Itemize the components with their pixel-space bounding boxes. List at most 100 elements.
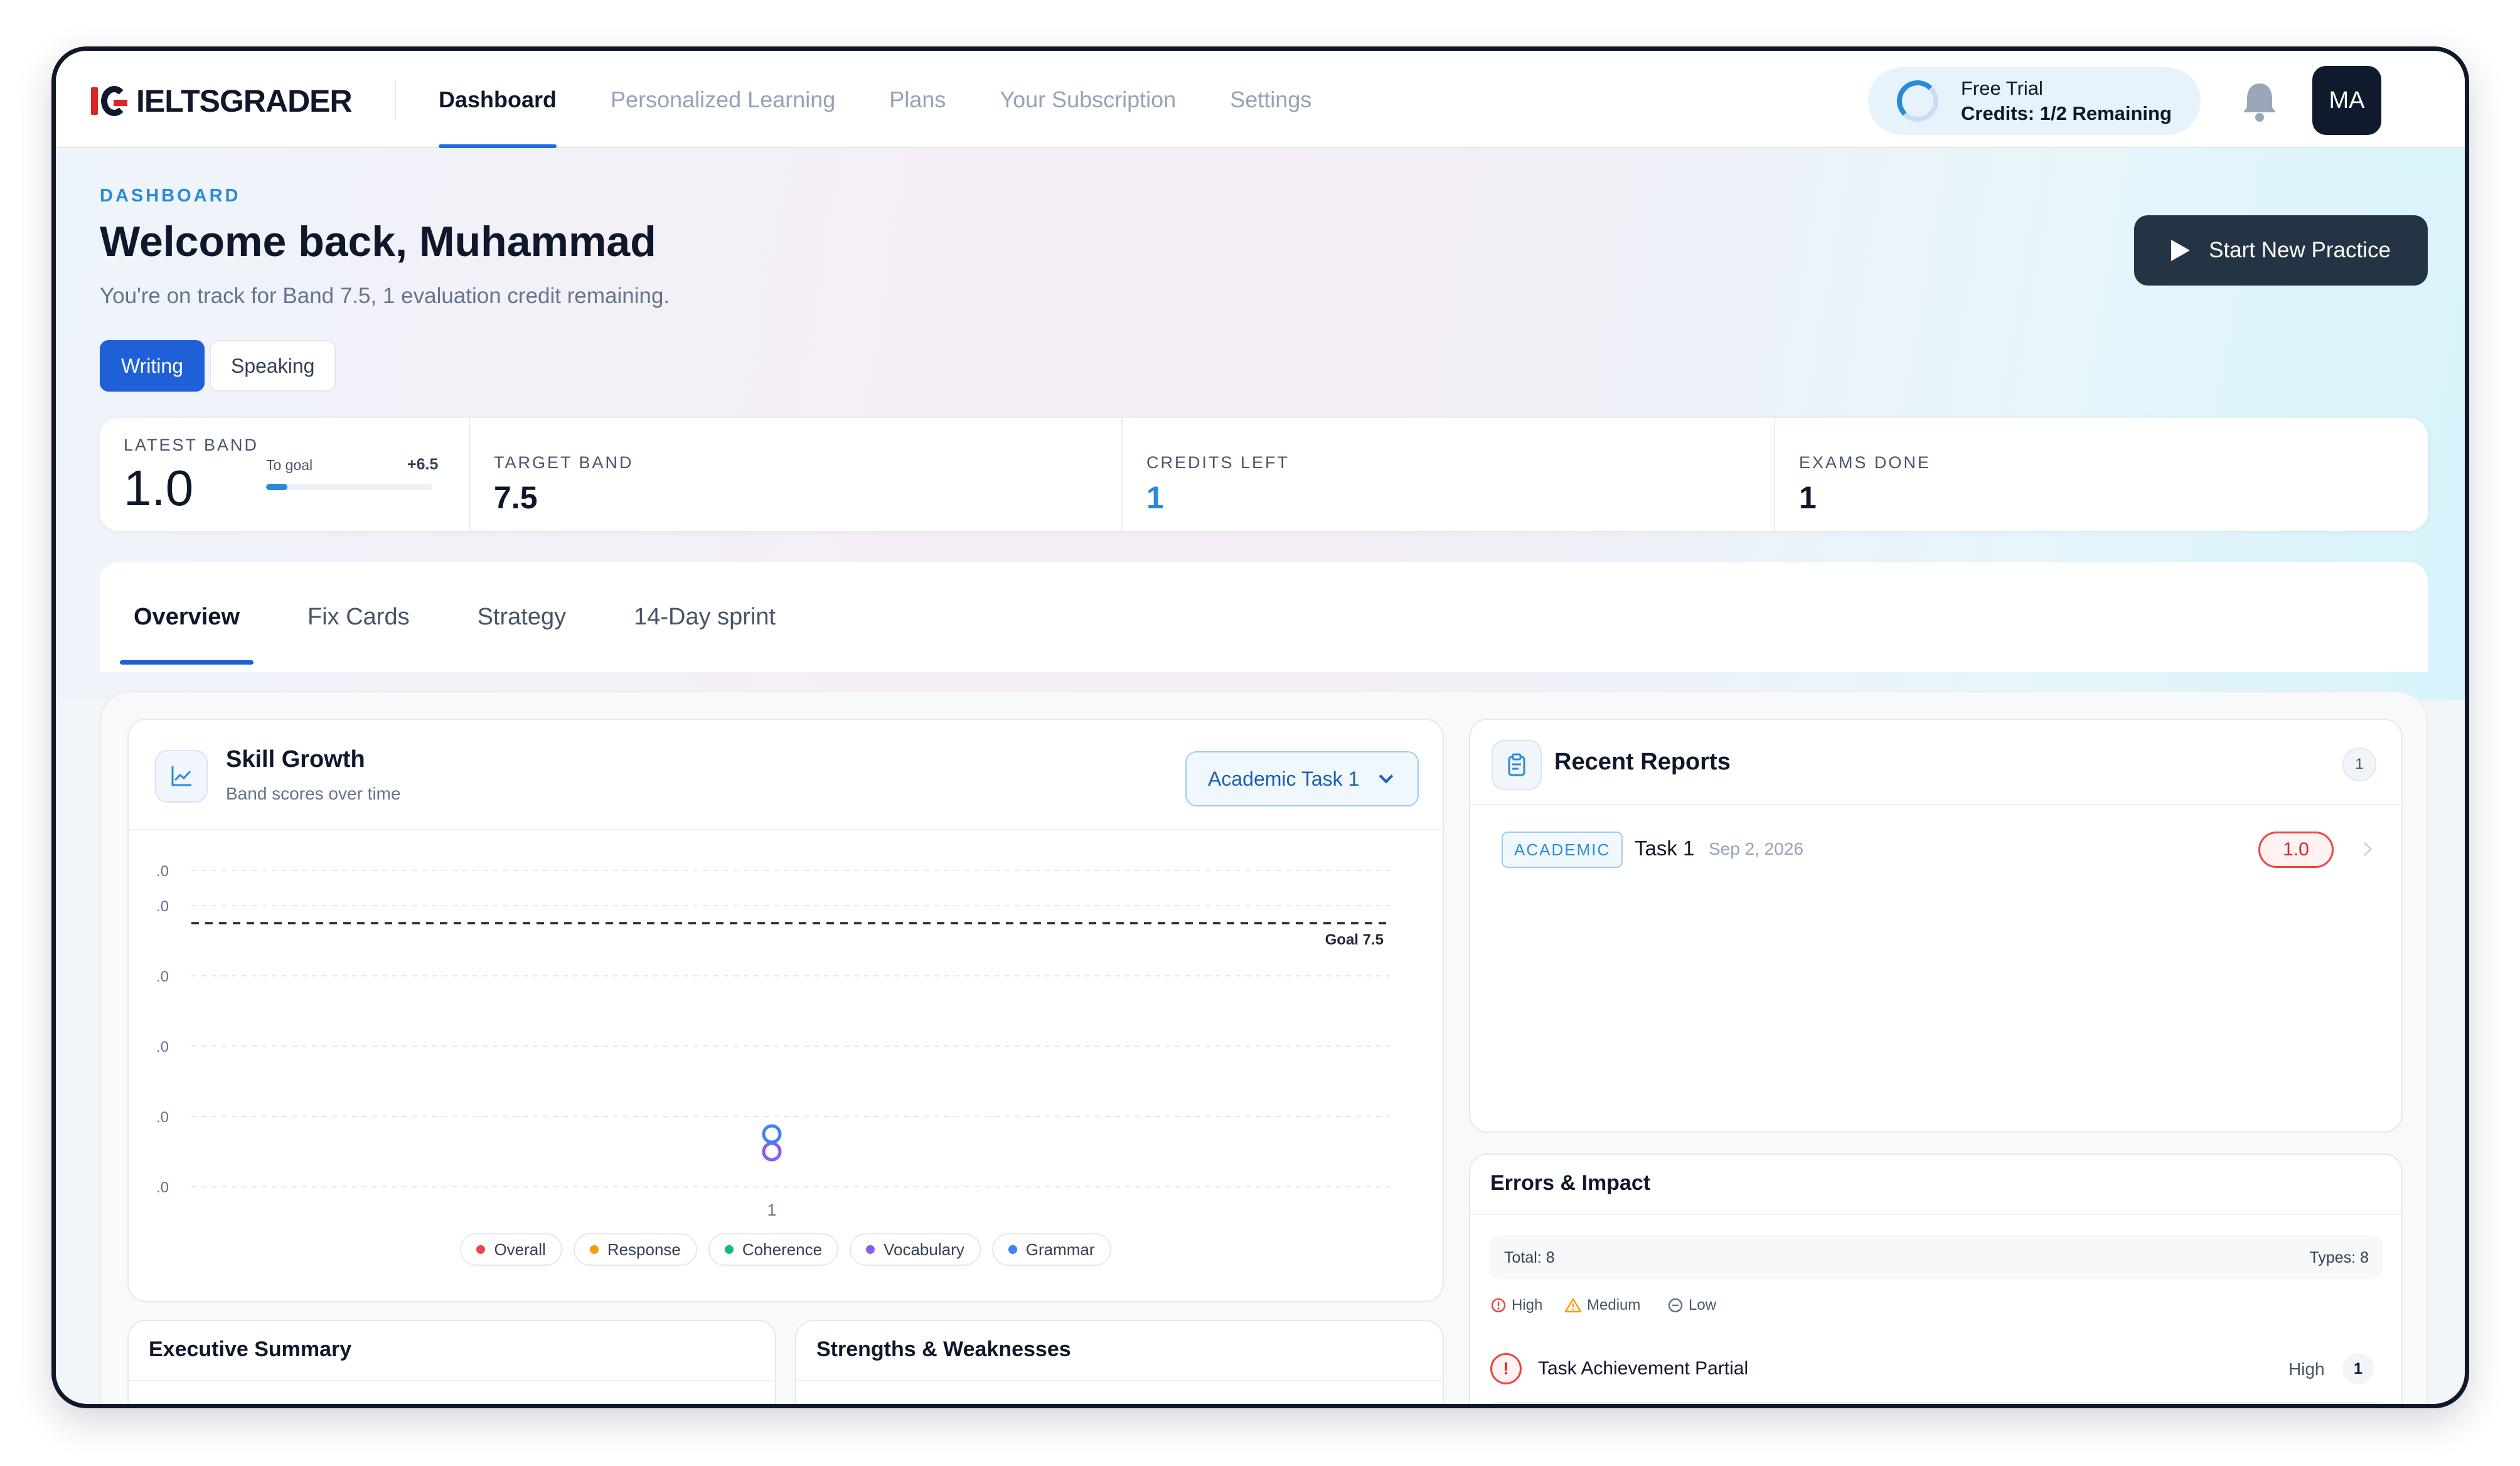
stat-exams-done: EXAMS DONE 1 bbox=[1775, 418, 2428, 531]
alert-circle-icon: ! bbox=[1490, 1353, 1522, 1384]
dashboard-tabs: Overview Fix Cards Strategy 14-Day sprin… bbox=[100, 562, 2428, 672]
speaking-toggle-button[interactable]: Speaking bbox=[209, 340, 336, 392]
legend-label: Vocabulary bbox=[884, 1239, 964, 1259]
tab-fix-cards[interactable]: Fix Cards bbox=[307, 562, 410, 672]
tab-14-day-sprint[interactable]: 14-Day sprint bbox=[634, 562, 776, 672]
minus-circle-icon bbox=[1668, 1298, 1683, 1313]
legend-item-grammar[interactable]: Grammar bbox=[991, 1233, 1111, 1266]
tab-overview[interactable]: Overview bbox=[120, 562, 254, 672]
stat-latest-band-value: 1.0 bbox=[124, 460, 194, 516]
severity-medium-legend: Medium bbox=[1564, 1297, 1640, 1314]
y-tick-label: .0 bbox=[156, 1109, 169, 1126]
legend-item-response[interactable]: Response bbox=[573, 1233, 697, 1266]
legend-label: Overall bbox=[494, 1239, 546, 1259]
nav-dashboard[interactable]: Dashboard bbox=[439, 51, 557, 148]
legend-item-coherence[interactable]: Coherence bbox=[708, 1233, 839, 1266]
strengths-weaknesses-title: Strengths & Weaknesses bbox=[816, 1337, 1071, 1361]
error-severity: High bbox=[2288, 1359, 2325, 1379]
row-divider bbox=[1490, 1402, 2383, 1403]
tab-strategy[interactable]: Strategy bbox=[478, 562, 567, 672]
top-navigation-bar: IELTSGRADER Dashboard Personalized Learn… bbox=[56, 51, 2465, 148]
overview-panel: Skill Growth Band scores over time Acade… bbox=[100, 691, 2428, 1404]
recent-reports-card: Recent Reports 1 ACADEMIC Task 1 Sep 2, … bbox=[1469, 719, 2403, 1133]
to-goal-progress-fill bbox=[266, 484, 288, 490]
severity-low-legend: Low bbox=[1667, 1297, 1716, 1314]
logo-text: IELTSGRADER bbox=[136, 83, 353, 119]
stat-credits-left-label: CREDITS LEFT bbox=[1146, 453, 1290, 472]
stat-credits-left-value: 1 bbox=[1146, 480, 1164, 515]
y-tick-label: .0 bbox=[156, 968, 169, 985]
card-divider bbox=[796, 1380, 1443, 1381]
stat-exams-done-value: 1 bbox=[1799, 480, 1817, 515]
credits-progress-ring-icon bbox=[1897, 80, 1938, 122]
user-avatar[interactable]: MA bbox=[2312, 66, 2381, 135]
nav-personalized-learning[interactable]: Personalized Learning bbox=[611, 51, 835, 148]
report-type-chip: ACADEMIC bbox=[1502, 832, 1623, 868]
recent-reports-title: Recent Reports bbox=[1554, 749, 1731, 775]
warning-triangle-icon bbox=[1564, 1298, 1582, 1313]
errors-total: Total: 8 bbox=[1504, 1249, 1555, 1266]
executive-summary-card: Executive Summary bbox=[127, 1320, 776, 1404]
report-score-badge: 1.0 bbox=[2258, 832, 2334, 868]
mode-toggle: Writing Speaking bbox=[100, 340, 341, 392]
nav-plans[interactable]: Plans bbox=[889, 51, 946, 148]
severity-medium-label: Medium bbox=[1587, 1297, 1641, 1314]
nav-settings[interactable]: Settings bbox=[1230, 51, 1311, 148]
to-goal-delta: +6.5 bbox=[407, 456, 439, 473]
logo[interactable]: IELTSGRADER bbox=[91, 82, 353, 120]
page-subtitle: You're on track for Band 7.5, 1 evaluati… bbox=[100, 284, 670, 308]
errors-impact-card: Errors & Impact Total: 8 Types: 8 High M… bbox=[1469, 1153, 2403, 1404]
strengths-weaknesses-card: Strengths & Weaknesses bbox=[795, 1320, 1444, 1404]
legend-label: Response bbox=[607, 1239, 681, 1259]
legend-dot bbox=[1008, 1245, 1017, 1254]
y-tick-label: .0 bbox=[156, 1179, 169, 1196]
recent-reports-count: 1 bbox=[2342, 747, 2376, 781]
card-divider bbox=[1470, 804, 2401, 805]
clipboard-icon bbox=[1492, 740, 1542, 790]
y-tick-label: .0 bbox=[156, 1039, 169, 1056]
skill-growth-card: Skill Growth Band scores over time Acade… bbox=[127, 719, 1444, 1302]
legend-label: Grammar bbox=[1025, 1239, 1095, 1259]
card-divider bbox=[1470, 1214, 2401, 1215]
stat-target-band-label: TARGET BAND bbox=[494, 453, 634, 472]
legend-dot bbox=[866, 1245, 875, 1254]
severity-high-legend: High bbox=[1490, 1297, 1542, 1314]
stat-latest-band: LATEST BAND 1.0 To goal +6.5 bbox=[100, 418, 470, 531]
stat-target-band-value: 7.5 bbox=[494, 480, 538, 515]
report-date: Sep 2, 2026 bbox=[1709, 839, 1804, 859]
free-trial-credits-badge[interactable]: Free Trial Credits: 1/2 Remaining bbox=[1868, 67, 2201, 135]
start-new-practice-button[interactable]: Start New Practice bbox=[2134, 215, 2428, 286]
report-task: Task 1 bbox=[1635, 837, 1695, 860]
x-tick-label: 1 bbox=[767, 1201, 776, 1219]
trial-label: Free Trial bbox=[1961, 77, 2043, 99]
logo-divider bbox=[395, 80, 396, 120]
stat-latest-band-label: LATEST BAND bbox=[124, 436, 259, 454]
writing-toggle-button[interactable]: Writing bbox=[100, 340, 205, 392]
legend-dot bbox=[589, 1245, 599, 1254]
to-goal-label: To goal bbox=[266, 457, 313, 473]
legend-dot bbox=[476, 1245, 486, 1254]
nav-your-subscription[interactable]: Your Subscription bbox=[1000, 51, 1176, 148]
error-count: 1 bbox=[2342, 1353, 2374, 1384]
errors-types: Types: 8 bbox=[2309, 1249, 2369, 1266]
data-point-vocabulary bbox=[762, 1142, 782, 1162]
error-row[interactable]: ! Task Achievement Partial High 1 bbox=[1490, 1340, 2383, 1397]
skill-growth-chart: .0 .0 .0 .0 .0 .0 Goal 7.5 1 bbox=[156, 863, 1390, 1219]
bell-icon[interactable] bbox=[2240, 80, 2280, 124]
errors-impact-title: Errors & Impact bbox=[1490, 1171, 1651, 1195]
errors-totals: Total: 8 Types: 8 bbox=[1490, 1235, 2383, 1279]
start-new-practice-label: Start New Practice bbox=[2209, 238, 2391, 262]
main-nav: Dashboard Personalized Learning Plans Yo… bbox=[439, 51, 1365, 148]
legend-dot bbox=[724, 1245, 734, 1254]
stat-exams-done-label: EXAMS DONE bbox=[1799, 453, 1931, 472]
data-point-grammar bbox=[762, 1124, 782, 1144]
executive-summary-title: Executive Summary bbox=[149, 1337, 352, 1361]
page-eyebrow: DASHBOARD bbox=[100, 186, 241, 206]
app-window: IELTSGRADER Dashboard Personalized Learn… bbox=[51, 46, 2469, 1408]
logo-mark-icon bbox=[91, 85, 127, 117]
y-tick-label: .0 bbox=[156, 898, 169, 915]
severity-low-label: Low bbox=[1689, 1297, 1717, 1314]
stats-bar: LATEST BAND 1.0 To goal +6.5 TARGET BAND… bbox=[100, 418, 2428, 531]
legend-item-overall[interactable]: Overall bbox=[460, 1233, 562, 1266]
legend-item-vocabulary[interactable]: Vocabulary bbox=[850, 1233, 981, 1266]
